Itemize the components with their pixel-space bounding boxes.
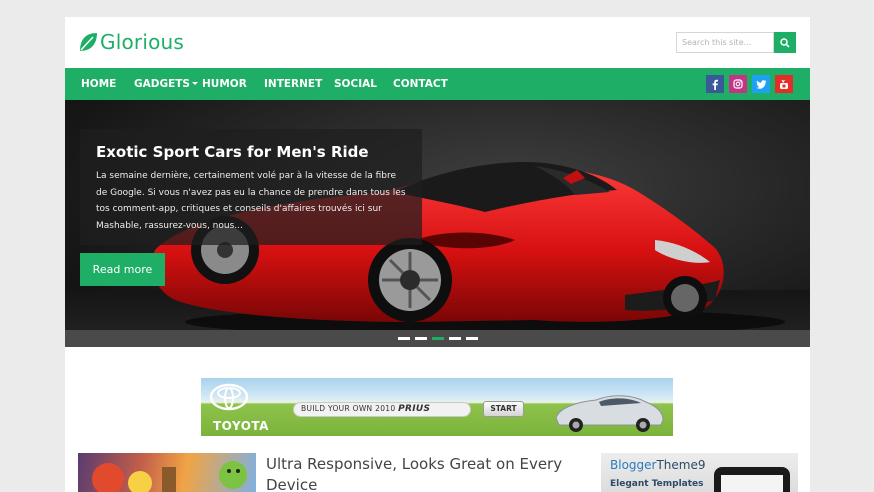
nav-item-home[interactable]: HOME (81, 68, 116, 100)
search-icon (780, 37, 790, 48)
twitter-icon (755, 79, 766, 89)
slider-dot-1[interactable] (397, 337, 410, 340)
nav-item-gadgets[interactable]: GADGETS (134, 68, 198, 100)
site-logo[interactable]: Glorious (78, 30, 184, 54)
nav-item-label: HUMOR (202, 78, 247, 90)
toyota-logo-icon (209, 383, 249, 411)
site-title: Glorious (100, 30, 185, 54)
facebook-button[interactable] (706, 75, 724, 93)
nav-item-humor[interactable]: HUMOR (202, 68, 247, 100)
youtube-icon (780, 79, 788, 89)
slider-dot-2[interactable] (414, 337, 427, 340)
slide-description: La semaine dernière, certainement volé p… (96, 171, 406, 231)
search-input[interactable] (676, 32, 774, 53)
ad-model: PRIUS (398, 404, 431, 414)
slide-title[interactable]: Exotic Sport Cars for Men's Ride (96, 143, 369, 161)
ad-banner[interactable]: TOYOTA BUILD YOUR OWN 2010 PRIUS START (201, 378, 673, 436)
youtube-button[interactable] (775, 75, 793, 93)
ad-car-image (555, 395, 664, 432)
slider-dot-5[interactable] (465, 337, 478, 340)
post-thumbnail-image (92, 461, 247, 492)
nav-item-social[interactable]: SOCIAL (334, 68, 377, 100)
instagram-icon (733, 79, 743, 89)
nav-item-label: SOCIAL (334, 78, 377, 90)
bloggertheme9-widget[interactable]: BloggerTheme9 Elegant Templates (601, 453, 798, 492)
nav-item-label: GADGETS (134, 78, 190, 90)
search-button[interactable] (774, 32, 796, 53)
widget-subtitle: Elegant Templates (610, 479, 704, 489)
post-title[interactable]: Ultra Responsive, Looks Great on Every D… (266, 454, 586, 492)
widget-brand: BloggerTheme9 (610, 458, 706, 472)
widget-brand-part1: Blogger (610, 458, 657, 472)
ad-build-text: BUILD YOUR OWN 2010 (301, 404, 396, 413)
read-more-button[interactable]: Read more (80, 253, 165, 286)
nav-item-label: INTERNET (264, 78, 323, 90)
phone-image (714, 467, 790, 492)
instagram-button[interactable] (729, 75, 747, 93)
widget-brand-part2: Theme9 (656, 458, 706, 472)
main-nav: HOME GADGETS HUMOR INTERNET SOCIAL CONTA… (65, 68, 810, 100)
slider-dot-4[interactable] (448, 337, 461, 340)
nav-item-label: HOME (81, 78, 117, 90)
slider-pagination (65, 330, 810, 347)
slider-dot-3[interactable] (431, 337, 444, 340)
phone-screen (721, 475, 783, 492)
ad-brand: TOYOTA (213, 419, 269, 433)
ad-text: BUILD YOUR OWN 2010 PRIUS (301, 404, 430, 414)
post-thumbnail[interactable] (78, 453, 256, 492)
chevron-down-icon (191, 81, 198, 85)
nav-item-contact[interactable]: CONTACT (393, 68, 448, 100)
facebook-icon (712, 79, 718, 90)
featured-slider: Exotic Sport Cars for Men's Ride La sema… (65, 100, 810, 347)
ad-start-button[interactable]: START (483, 401, 524, 417)
search-form (676, 32, 796, 53)
twitter-button[interactable] (752, 75, 770, 93)
leaf-icon (80, 33, 97, 51)
nav-item-label: CONTACT (393, 78, 448, 90)
nav-item-internet[interactable]: INTERNET (264, 68, 322, 100)
page-container: Glorious HOME GADGETS HUMOR INTERNET SOC… (65, 17, 810, 492)
